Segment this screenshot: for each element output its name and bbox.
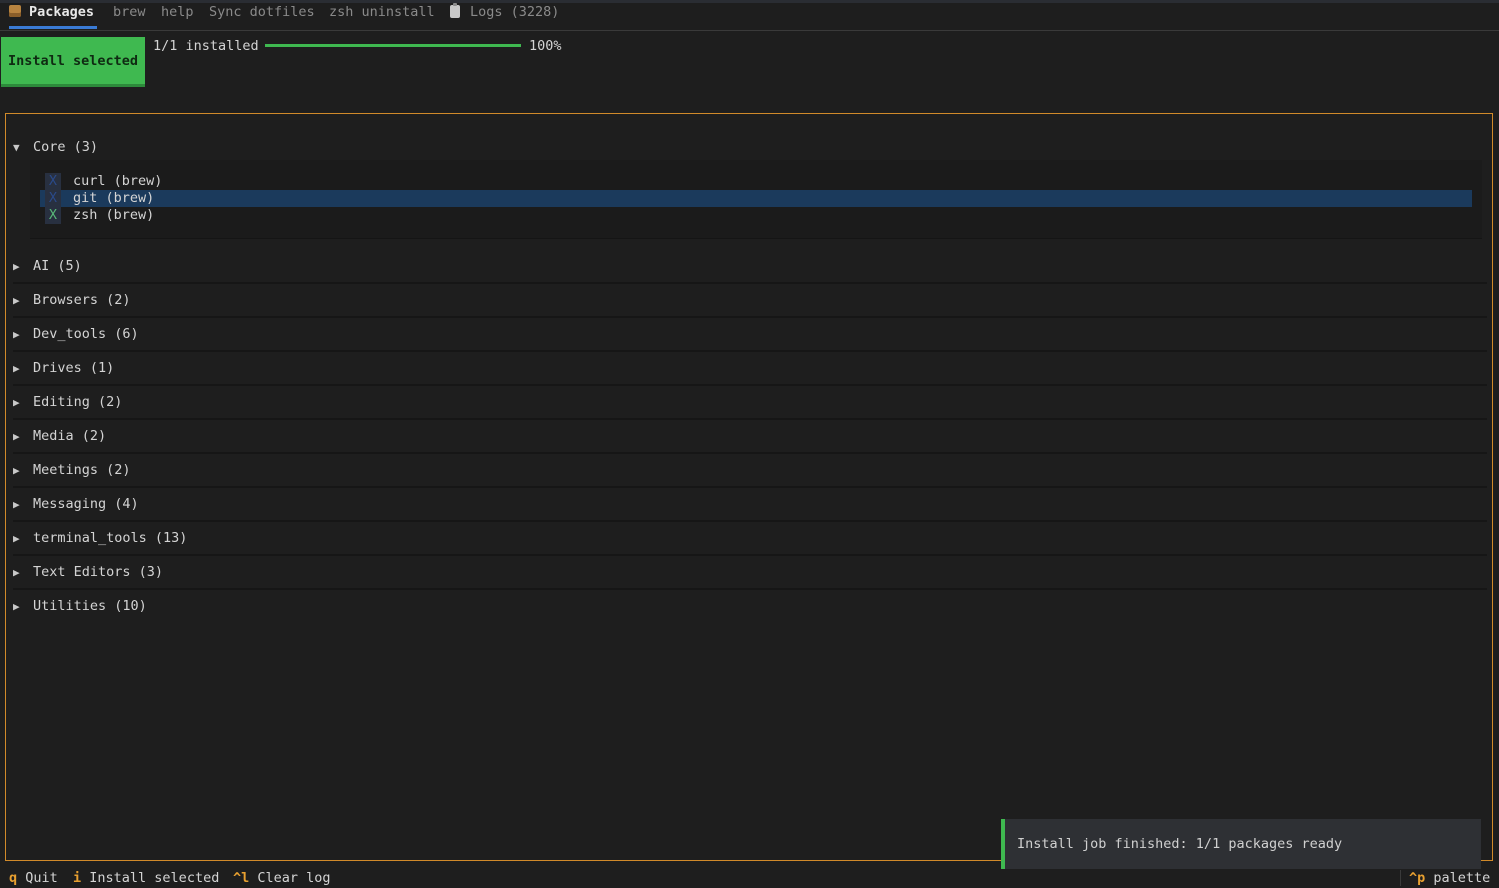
group-terminal-tools[interactable]: ▶ terminal_tools (13) [13, 528, 1487, 556]
chevron-down-icon: ▼ [13, 141, 20, 154]
group-label: Editing (2) [33, 394, 123, 410]
package-row-zsh[interactable]: X zsh (brew) [40, 207, 1472, 224]
divider [1400, 870, 1401, 886]
group-label: Drives (1) [33, 360, 115, 376]
chevron-right-icon: ▶ [13, 600, 20, 613]
footer-keybindings: q Quit i Install selected ^l Clear log ^… [0, 868, 1499, 888]
tab-logs[interactable]: Logs (3228) [450, 3, 560, 26]
group-drives[interactable]: ▶ Drives (1) [13, 358, 1487, 386]
group-editing[interactable]: ▶ Editing (2) [13, 392, 1487, 420]
key-label: Install selected [89, 870, 220, 886]
package-row-curl[interactable]: X curl (brew) [40, 173, 1472, 190]
key-label: Quit [25, 870, 58, 886]
quit-binding[interactable]: q Quit [9, 868, 58, 888]
notification-toast: Install job finished: 1/1 packages ready [1001, 819, 1481, 869]
key-hint: q [9, 870, 18, 886]
progress-bar-fill [265, 44, 521, 47]
key-label: Clear log [257, 870, 331, 886]
chevron-right-icon: ▶ [13, 532, 20, 545]
chevron-right-icon: ▶ [13, 430, 20, 443]
tab-label: Logs (3228) [470, 4, 560, 20]
install-binding[interactable]: i Install selected [73, 868, 219, 888]
tab-packages[interactable]: Packages [9, 4, 94, 26]
progress-bar [265, 44, 521, 47]
chevron-right-icon: ▶ [13, 362, 20, 375]
group-label: Utilities (10) [33, 598, 147, 614]
chevron-right-icon: ▶ [13, 396, 20, 409]
active-tab-indicator [9, 26, 97, 29]
progress-percent: 100% [529, 38, 562, 54]
clipboard-icon [450, 3, 460, 18]
group-dev-tools[interactable]: ▶ Dev_tools (6) [13, 324, 1487, 352]
group-ai[interactable]: ▶ AI (5) [13, 256, 1487, 284]
key-hint: ^l [233, 870, 250, 886]
tab-label: zsh uninstall [329, 4, 435, 20]
key-hint: ^p [1409, 870, 1426, 886]
package-checkbox[interactable]: X [45, 190, 61, 207]
chevron-right-icon: ▶ [13, 294, 20, 307]
package-name: curl (brew) [73, 173, 163, 189]
group-label: Media (2) [33, 428, 107, 444]
install-selected-button[interactable]: Install selected [1, 37, 145, 87]
chevron-right-icon: ▶ [13, 328, 20, 341]
tab-help[interactable]: help [161, 4, 194, 26]
package-checkbox[interactable]: X [45, 173, 61, 190]
group-label: AI (5) [33, 258, 82, 274]
group-label: Messaging (4) [33, 496, 139, 512]
key-label: palette [1433, 870, 1491, 886]
tab-label: Packages [29, 4, 95, 20]
tab-label: Sync dotfiles [209, 4, 315, 20]
group-messaging[interactable]: ▶ Messaging (4) [13, 494, 1487, 522]
package-checkbox[interactable]: X [45, 207, 61, 224]
chevron-right-icon: ▶ [13, 260, 20, 273]
progress-label: 1/1 installed [153, 38, 259, 54]
group-meetings[interactable]: ▶ Meetings (2) [13, 460, 1487, 488]
tab-brew[interactable]: brew [113, 4, 146, 26]
group-label: Meetings (2) [33, 462, 131, 478]
group-utilities[interactable]: ▶ Utilities (10) [13, 596, 1487, 622]
package-icon [9, 5, 21, 17]
group-media[interactable]: ▶ Media (2) [13, 426, 1487, 454]
chevron-right-icon: ▶ [13, 566, 20, 579]
group-browsers[interactable]: ▶ Browsers (2) [13, 290, 1487, 318]
group-label: Browsers (2) [33, 292, 131, 308]
tab-bar: Packages brew help Sync dotfiles zsh uni… [0, 0, 1499, 31]
clear-log-binding[interactable]: ^l Clear log [233, 868, 331, 888]
group-label: Text Editors (3) [33, 564, 164, 580]
tab-label: brew [113, 4, 146, 20]
group-label: terminal_tools (13) [33, 530, 188, 546]
key-hint: i [73, 870, 82, 886]
group-text-editors[interactable]: ▶ Text Editors (3) [13, 562, 1487, 590]
toast-message: Install job finished: 1/1 packages ready [1017, 836, 1343, 852]
chevron-right-icon: ▶ [13, 464, 20, 477]
package-row-git[interactable]: X git (brew) [40, 190, 1472, 207]
tab-label: help [161, 4, 194, 20]
palette-binding[interactable]: ^p palette [1409, 868, 1490, 888]
tab-zsh-uninstall[interactable]: zsh uninstall [329, 4, 435, 26]
tab-sync-dotfiles[interactable]: Sync dotfiles [209, 4, 315, 26]
package-name: zsh (brew) [73, 207, 155, 223]
group-label: Core (3) [33, 139, 99, 155]
group-label: Dev_tools (6) [33, 326, 139, 342]
package-name: git (brew) [73, 190, 155, 206]
chevron-right-icon: ▶ [13, 498, 20, 511]
